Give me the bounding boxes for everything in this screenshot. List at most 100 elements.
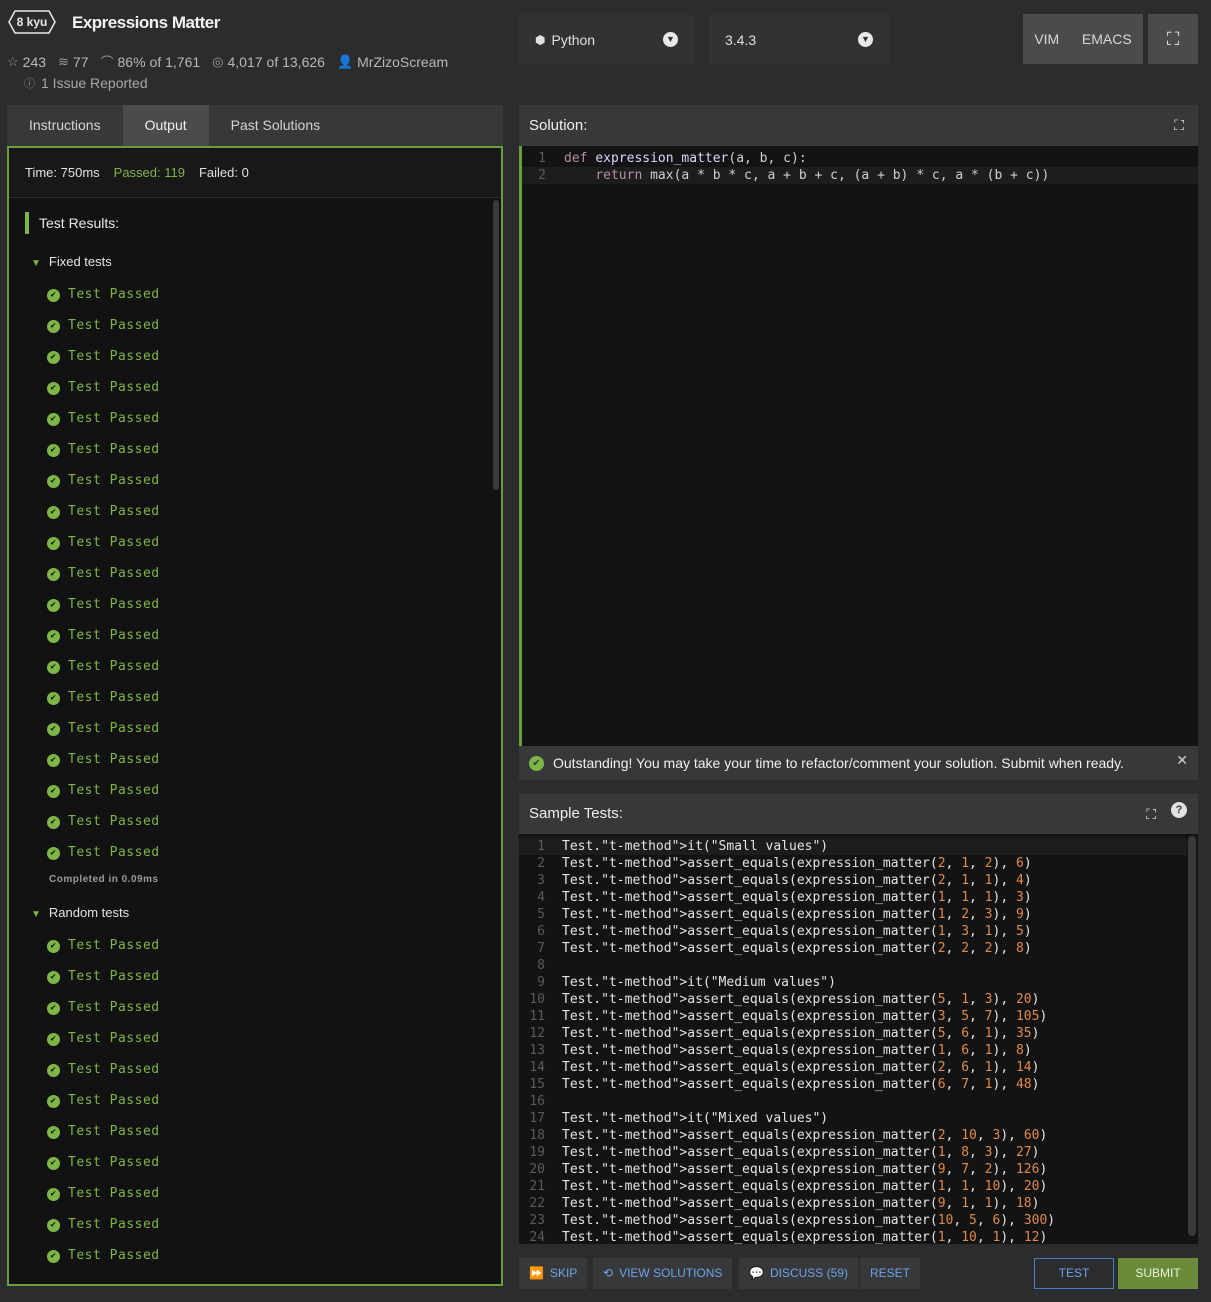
test-passed-item: ✔ Test Passed (47, 349, 160, 364)
vim-mode-button[interactable]: VIM (1034, 31, 1059, 47)
test-passed-item: ✔ Test Passed (47, 814, 160, 829)
sample-tests-header: Sample Tests: ⛶ ? (519, 794, 1198, 834)
issues-text: 1 Issue Reported (41, 75, 148, 91)
test-passed-item: ✔ Test Passed (47, 1248, 160, 1263)
tab-output[interactable]: Output (122, 105, 209, 146)
skip-button[interactable]: ⏩ SKIP (519, 1258, 588, 1289)
check-circle-icon: ✔ (47, 847, 60, 860)
expand-icon[interactable]: ⛶ (1146, 794, 1156, 834)
test-code-line[interactable]: 3 Test."t-method">assert_equals(expressio… (519, 872, 1187, 889)
test-passed-item: ✔ Test Passed (47, 721, 160, 736)
test-code-line[interactable]: 16 (519, 1093, 1187, 1110)
test-passed-item: ✔ Test Passed (47, 318, 160, 333)
random-tests-group[interactable]: ▼ Random tests (31, 905, 129, 920)
emacs-mode-button[interactable]: EMACS (1082, 31, 1132, 47)
kata-title[interactable]: Expressions Matter (72, 13, 220, 33)
check-circle-icon: ✔ (47, 289, 60, 302)
test-passed-item: ✔ Test Passed (47, 969, 160, 984)
test-code-line[interactable]: 8 (519, 957, 1187, 974)
completed-time: Completed in 0.09ms (49, 874, 159, 885)
code-line[interactable]: 1 def expression_matter(a, b, c): (522, 150, 1198, 167)
test-passed-item: ✔ Test Passed (47, 411, 160, 426)
expand-icon[interactable]: ⛶ (1174, 105, 1184, 146)
check-circle-icon: ✔ (47, 1095, 60, 1108)
stars-count: 243 (22, 53, 47, 70)
test-passed-item: ✔ Test Passed (47, 1031, 160, 1046)
check-circle-icon: ✔ (47, 1002, 60, 1015)
reset-button[interactable]: RESET (860, 1258, 921, 1289)
test-passed-item: ✔ Test Passed (47, 504, 160, 519)
test-code-line[interactable]: 6 Test."t-method">assert_equals(expressio… (519, 923, 1187, 940)
solution-title: Solution: (529, 117, 588, 134)
output-scrollbar[interactable] (493, 200, 499, 490)
test-code-line[interactable]: 13 Test."t-method">assert_equals(expressi… (519, 1042, 1187, 1059)
chat-icon: 💬 (749, 1266, 764, 1280)
check-circle-icon: ✔ (47, 351, 60, 364)
solution-editor[interactable]: 1 def expression_matter(a, b, c): 2 return… (519, 146, 1198, 746)
issues-link[interactable]: ⓘ 1 Issue Reported (24, 75, 148, 91)
test-code-line[interactable]: 24 Test."t-method">assert_equals(expressi… (519, 1229, 1187, 1244)
test-button[interactable]: TEST (1034, 1258, 1114, 1289)
test-code-line[interactable]: 9 Test."t-method">it("Medium values") (519, 974, 1187, 991)
test-code-line[interactable]: 5 Test."t-method">assert_equals(expressio… (519, 906, 1187, 923)
test-passed-item: ✔ Test Passed (47, 597, 160, 612)
check-circle-icon: ✔ (47, 475, 60, 488)
submit-button[interactable]: SUBMIT (1118, 1258, 1198, 1289)
language-select[interactable]: ⬢ Python ▼ (519, 15, 694, 64)
author-link[interactable]: MrZizoScream (357, 54, 448, 70)
satisfaction-votes: of 1,761 (149, 53, 201, 70)
check-circle-icon: ✔ (47, 971, 60, 984)
fullscreen-button[interactable]: ⛶ (1148, 14, 1198, 64)
test-code-line[interactable]: 23 Test."t-method">assert_equals(expressi… (519, 1212, 1187, 1229)
test-code-line[interactable]: 7 Test."t-method">assert_equals(expressio… (519, 940, 1187, 957)
check-circle-icon: ✔ (47, 816, 60, 829)
satisfaction-icon: ⌒ (100, 55, 114, 70)
test-code-line[interactable]: 18 Test."t-method">assert_equals(expressi… (519, 1127, 1187, 1144)
tab-instructions[interactable]: Instructions (7, 105, 123, 146)
test-passed-item: ✔ Test Passed (47, 845, 160, 860)
solution-header: Solution: ⛶ (519, 105, 1198, 146)
sample-tests-editor[interactable]: 1 Test."t-method">it("Small values") 2 Test… (519, 834, 1198, 1244)
test-passed-item: ✔ Test Passed (47, 628, 160, 643)
fullscreen-icon: ⛶ (1166, 29, 1180, 49)
passed-count: Passed: 119 (113, 165, 185, 180)
version-select[interactable]: 3.4.3 ▼ (709, 15, 889, 64)
test-code-line[interactable]: 17 Test."t-method">it("Mixed values") (519, 1110, 1187, 1127)
close-icon[interactable]: ✕ (1176, 752, 1188, 769)
test-code-line[interactable]: 20 Test."t-method">assert_equals(expressi… (519, 1161, 1187, 1178)
sample-tests-title: Sample Tests: (529, 805, 623, 822)
code-line[interactable]: 2 return max(a * b * c, a + b + c, (a + … (522, 167, 1198, 184)
test-code-line[interactable]: 1 Test."t-method">it("Small values") (519, 838, 1187, 855)
left-tabs: Instructions Output Past Solutions (7, 105, 503, 146)
tab-past-solutions[interactable]: Past Solutions (209, 105, 343, 146)
check-circle-icon: ✔ (47, 723, 60, 736)
banner-message: Outstanding! You may take your time to r… (553, 755, 1124, 771)
fixed-tests-group[interactable]: ▼ Fixed tests (31, 254, 112, 269)
check-circle-icon: ✔ (47, 1157, 60, 1170)
test-code-line[interactable]: 4 Test."t-method">assert_equals(expressio… (519, 889, 1187, 906)
check-circle-icon: ✔ (47, 692, 60, 705)
output-panel: Time: 750ms Passed: 119 Failed: 0 Test R… (7, 146, 503, 1286)
check-circle-icon: ✔ (47, 1064, 60, 1077)
discuss-button[interactable]: 💬 DISCUSS (59) (739, 1258, 858, 1289)
star-icon[interactable]: ☆ (7, 54, 19, 70)
rank-badge: 8 kyu (8, 10, 56, 34)
completed-total: of 13,626 (266, 53, 325, 70)
test-code-line[interactable]: 21 Test."t-method">assert_equals(expressi… (519, 1178, 1187, 1195)
view-solutions-button[interactable]: ⟲ VIEW SOLUTIONS (593, 1258, 733, 1289)
test-code-line[interactable]: 10 Test."t-method">assert_equals(expressi… (519, 991, 1187, 1008)
test-code-line[interactable]: 22 Test."t-method">assert_equals(expressi… (519, 1195, 1187, 1212)
completed-count: 4,017 (227, 53, 263, 70)
test-code-line[interactable]: 15 Test."t-method">assert_equals(expressi… (519, 1076, 1187, 1093)
check-circle-icon: ✔ (47, 940, 60, 953)
test-passed-item: ✔ Test Passed (47, 1155, 160, 1170)
test-code-line[interactable]: 14 Test."t-method">assert_equals(expressi… (519, 1059, 1187, 1076)
tests-scrollbar[interactable] (1188, 836, 1196, 1236)
test-code-line[interactable]: 19 Test."t-method">assert_equals(expressi… (519, 1144, 1187, 1161)
test-code-line[interactable]: 11 Test."t-method">assert_equals(expressi… (519, 1008, 1187, 1025)
test-passed-item: ✔ Test Passed (47, 380, 160, 395)
test-code-line[interactable]: 2 Test."t-method">assert_equals(expressio… (519, 855, 1187, 872)
help-icon[interactable]: ? (1171, 802, 1187, 818)
version-value: 3.4.3 (725, 31, 757, 48)
test-code-line[interactable]: 12 Test."t-method">assert_equals(expressi… (519, 1025, 1187, 1042)
